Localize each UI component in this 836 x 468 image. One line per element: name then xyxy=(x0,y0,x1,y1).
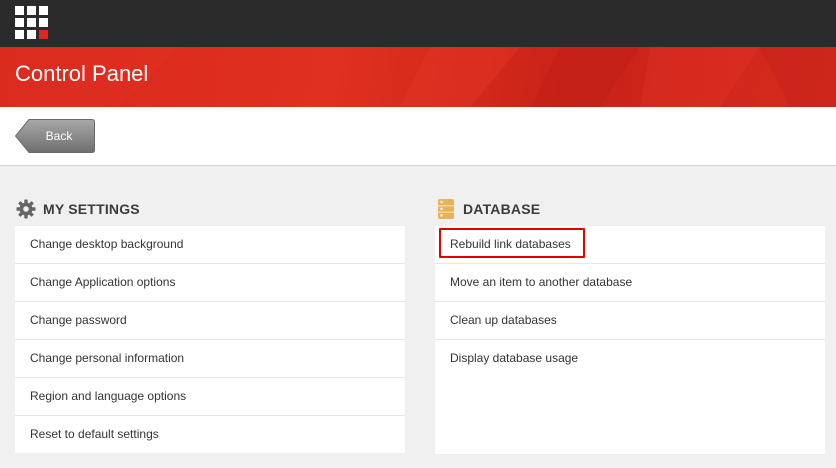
gear-icon xyxy=(15,198,37,220)
top-bar xyxy=(0,0,836,47)
my-settings-header: MY SETTINGS xyxy=(15,198,405,220)
page-header-banner: Control Panel xyxy=(0,47,836,107)
change-personal-information-link[interactable]: Change personal information xyxy=(15,340,405,378)
database-title: DATABASE xyxy=(463,201,541,217)
change-application-options-link[interactable]: Change Application options xyxy=(15,264,405,302)
my-settings-list: Change desktop background Change Applica… xyxy=(15,226,405,453)
reset-default-settings-link[interactable]: Reset to default settings xyxy=(15,416,405,453)
database-icon xyxy=(435,198,457,220)
rebuild-link-databases-link[interactable]: Rebuild link databases xyxy=(435,226,825,264)
app-launcher-icon[interactable] xyxy=(15,6,48,39)
database-section: DATABASE Rebuild link databases Move an … xyxy=(435,198,825,454)
clean-up-databases-link[interactable]: Clean up databases xyxy=(435,302,825,340)
toolbar: Back xyxy=(0,107,836,166)
page-title: Control Panel xyxy=(15,61,149,86)
database-header: DATABASE xyxy=(435,198,825,220)
my-settings-title: MY SETTINGS xyxy=(43,201,140,217)
back-button-label: Back xyxy=(45,129,73,143)
back-button[interactable]: Back xyxy=(15,119,95,153)
change-password-link[interactable]: Change password xyxy=(15,302,405,340)
region-language-options-link[interactable]: Region and language options xyxy=(15,378,405,416)
move-item-to-database-link[interactable]: Move an item to another database xyxy=(435,264,825,302)
database-list: Rebuild link databases Move an item to a… xyxy=(435,226,825,454)
change-desktop-background-link[interactable]: Change desktop background xyxy=(15,226,405,264)
display-database-usage-link[interactable]: Display database usage xyxy=(435,340,825,377)
my-settings-section: MY SETTINGS Change desktop background Ch… xyxy=(15,198,405,453)
